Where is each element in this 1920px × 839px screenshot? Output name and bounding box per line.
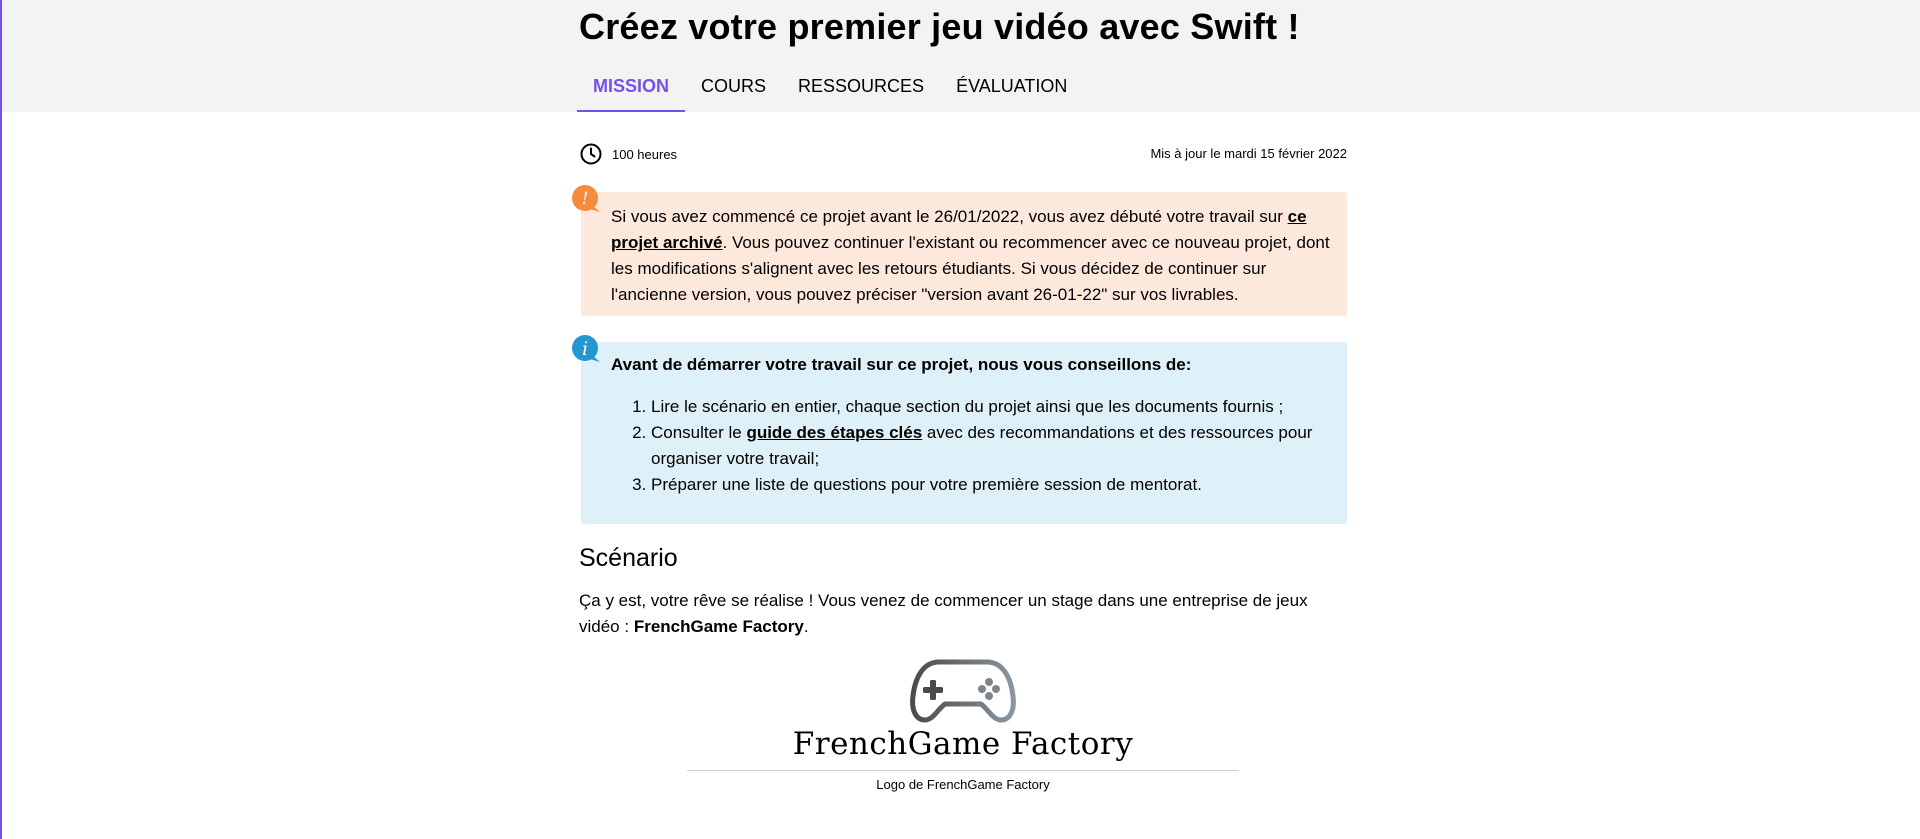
list-item: Consulter le guide des étapes clés avec … [651, 420, 1331, 472]
tab-cours[interactable]: COURS [685, 64, 782, 112]
tab-ressources[interactable]: RESSOURCES [782, 64, 940, 112]
key-steps-guide-link[interactable]: guide des étapes clés [746, 423, 922, 442]
svg-text:!: ! [582, 189, 589, 209]
warning-callout: ! Si vous avez commencé ce projet avant … [572, 185, 1347, 316]
list-item: Préparer une liste de questions pour vot… [651, 472, 1331, 498]
company-name: FrenchGame Factory [633, 617, 804, 636]
list-item: Lire le scénario en entier, chaque secti… [651, 394, 1331, 420]
exclamation-icon: ! [572, 185, 600, 212]
clock-icon [580, 143, 602, 165]
tab-evaluation[interactable]: ÉVALUATION [940, 64, 1083, 112]
gamepad-icon [910, 659, 1016, 723]
tab-mission[interactable]: MISSION [577, 64, 686, 112]
course-tabs: MISSION COURS RESSOURCES ÉVALUATION [577, 64, 1083, 112]
header-inner: Créez votre premier jeu vidéo avec Swift… [577, 0, 1347, 112]
duration-text: 100 heures [612, 146, 678, 162]
page-title: Créez votre premier jeu vidéo avec Swift… [579, 6, 1300, 47]
info-list: Lire le scénario en entier, chaque secti… [611, 394, 1331, 498]
company-logo-figure: FrenchGame Factory Logo de FrenchGame Fa… [687, 658, 1239, 792]
logo-caption: Logo de FrenchGame Factory [876, 777, 1050, 792]
warning-text: Si vous avez commencé ce projet avant le… [611, 207, 1330, 304]
logo-wordmark: FrenchGame Factory [792, 726, 1134, 762]
info-title: Avant de démarrer votre travail sur ce p… [611, 355, 1192, 374]
scenario-text: Ça y est, votre rêve se réalise ! Vous v… [579, 591, 1308, 636]
scenario-heading: Scénario [579, 544, 678, 572]
updated-date: Mis à jour le mardi 15 février 2022 [1150, 146, 1347, 161]
meta-row: 100 heures Mis à jour le mardi 15 févrie… [579, 142, 1347, 166]
info-icon: i [572, 335, 600, 362]
svg-text:i: i [582, 338, 588, 360]
course-header: Créez votre premier jeu vidéo avec Swift… [2, 0, 1920, 112]
info-callout: i Avant de démarrer votre travail sur ce… [572, 335, 1347, 524]
logo-divider [687, 770, 1239, 771]
duration: 100 heures [579, 142, 677, 166]
